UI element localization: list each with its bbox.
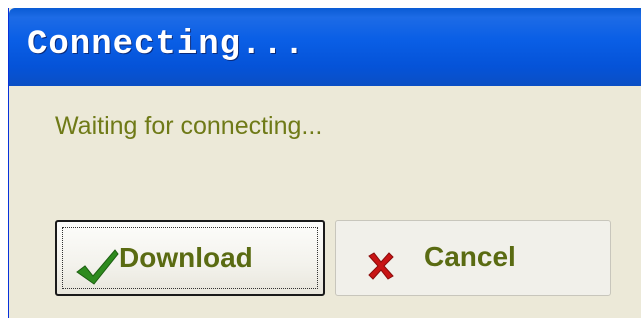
window-title: Connecting... <box>27 26 306 64</box>
check-icon <box>75 246 119 286</box>
connecting-dialog: Connecting... Waiting for connecting... … <box>8 8 641 318</box>
download-button[interactable]: Download <box>55 220 325 296</box>
download-button-label: Download <box>119 242 253 273</box>
status-message: Waiting for connecting... <box>55 112 323 140</box>
dialog-body: Waiting for connecting... Download Cance… <box>9 86 641 318</box>
cancel-button-label: Cancel <box>424 241 516 272</box>
x-icon <box>366 251 396 281</box>
title-bar[interactable]: Connecting... <box>9 8 641 86</box>
cancel-button[interactable]: Cancel <box>335 220 611 296</box>
